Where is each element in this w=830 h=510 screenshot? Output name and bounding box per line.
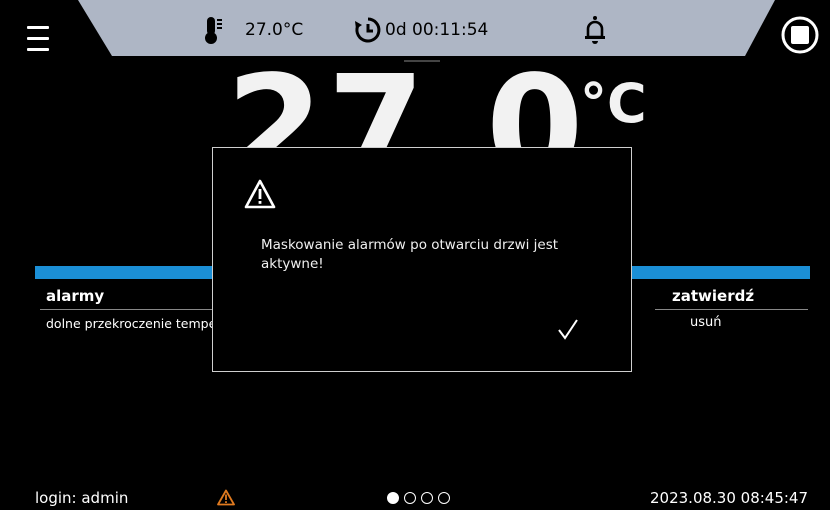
timer-status: 0d 00:11:54	[354, 15, 488, 45]
menu-button[interactable]	[27, 26, 49, 52]
temperature-status: 27.0°C	[203, 15, 303, 45]
page-indicator	[387, 492, 450, 504]
divider	[655, 309, 808, 310]
page-dot-3[interactable]	[421, 492, 433, 504]
main-temperature-unit: °C	[580, 72, 647, 135]
dialog-message: Maskowanie alarmów po otwarciu drzwi jes…	[261, 237, 559, 272]
alarm-masking-dialog: Maskowanie alarmów po otwarciu drzwi jes…	[212, 147, 632, 372]
divider	[40, 309, 230, 310]
stop-button[interactable]	[781, 16, 819, 54]
thermometer-icon	[205, 17, 222, 44]
alarms-column-header: alarmy	[46, 287, 105, 305]
datetime: 2023.08.30 08:45:47	[650, 489, 809, 507]
temperature-value: 27.0°C	[245, 20, 304, 40]
clock-icon	[355, 17, 381, 43]
timer-value: 0d 00:11:54	[385, 20, 489, 40]
delete-alarm-button[interactable]: usuń	[690, 315, 722, 330]
page-dot-4[interactable]	[438, 492, 450, 504]
confirm-column-header: zatwierdź	[672, 287, 755, 305]
alarm-row-description: dolne przekroczenie tempe	[46, 316, 216, 331]
confirm-checkmark-button[interactable]	[553, 316, 583, 344]
bell-status[interactable]	[583, 15, 607, 45]
login-status: login: admin	[35, 489, 129, 507]
bell-icon	[585, 16, 605, 44]
page-dot-2[interactable]	[404, 492, 416, 504]
page-dot-1[interactable]	[387, 492, 399, 504]
warning-icon[interactable]	[217, 489, 235, 506]
warning-icon	[244, 179, 276, 209]
